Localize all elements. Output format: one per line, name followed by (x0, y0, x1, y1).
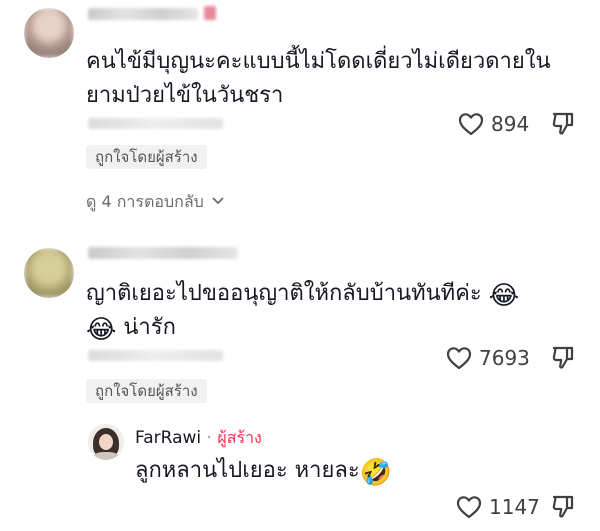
view-replies-link[interactable]: ดู 4 การตอบกลับ (86, 190, 225, 215)
heart-icon[interactable] (446, 346, 472, 370)
comment-meta-blurred (88, 118, 223, 129)
comment-text: ญาติเยอะไปขออนุญาติให้กลับบ้านทันทีค่ะ (86, 281, 482, 306)
comment-text-line: ยามป่วยไข้ในวันชรา (86, 83, 284, 108)
comment-text: น่ารัก (123, 315, 176, 340)
comment-text-line: 😂 น่ารัก (86, 311, 176, 345)
comment-text-line: ญาติเยอะไปขออนุญาติให้กลับบ้านทันทีค่ะ 😂 (86, 277, 519, 311)
rolling-laughing-emoji: 🤣 (359, 458, 393, 488)
reply-text: ลูกหลานไปเยอะ หายละ (135, 458, 360, 483)
chevron-down-icon[interactable] (211, 196, 225, 206)
heart-icon[interactable] (458, 112, 484, 136)
like-count: 1147 (489, 495, 540, 519)
creator-liked-badge: ถูกใจโดยผู้สร้าง (86, 379, 207, 403)
tears-of-joy-emoji: 😂 (488, 281, 520, 311)
reply-text-line: ลูกหลานไปเยอะ หายละ🤣 (135, 454, 392, 488)
comment-text-line: คนไข้มีบุญนะคะแบบนี้ไม่โดดเดี่ยวไม่เดียว… (86, 49, 551, 74)
heart-icon[interactable] (456, 495, 482, 519)
avatar[interactable] (24, 8, 74, 58)
dislike-icon[interactable] (551, 494, 575, 520)
like-count: 7693 (479, 346, 530, 370)
like-count: 894 (491, 112, 530, 136)
creator-avatar[interactable] (88, 424, 124, 460)
dislike-icon[interactable] (551, 345, 575, 371)
avatar[interactable] (24, 248, 74, 298)
comment-meta-blurred (88, 350, 223, 361)
separator: · (206, 428, 212, 448)
dislike-icon[interactable] (551, 111, 575, 137)
username-blurred[interactable] (88, 8, 198, 20)
tears-of-joy-emoji: 😂 (86, 315, 117, 345)
creator-liked-badge: ถูกใจโดยผู้สร้าง (86, 145, 207, 169)
view-replies-label[interactable]: ดู 4 การตอบกลับ (86, 192, 204, 211)
reply-header: FarRawi · ผู้สร้าง (135, 426, 262, 451)
creator-tag: ผู้สร้าง (217, 428, 262, 447)
username-blurred[interactable] (88, 247, 238, 259)
reply-author[interactable]: FarRawi (135, 428, 201, 448)
blurred-badge (204, 6, 216, 20)
